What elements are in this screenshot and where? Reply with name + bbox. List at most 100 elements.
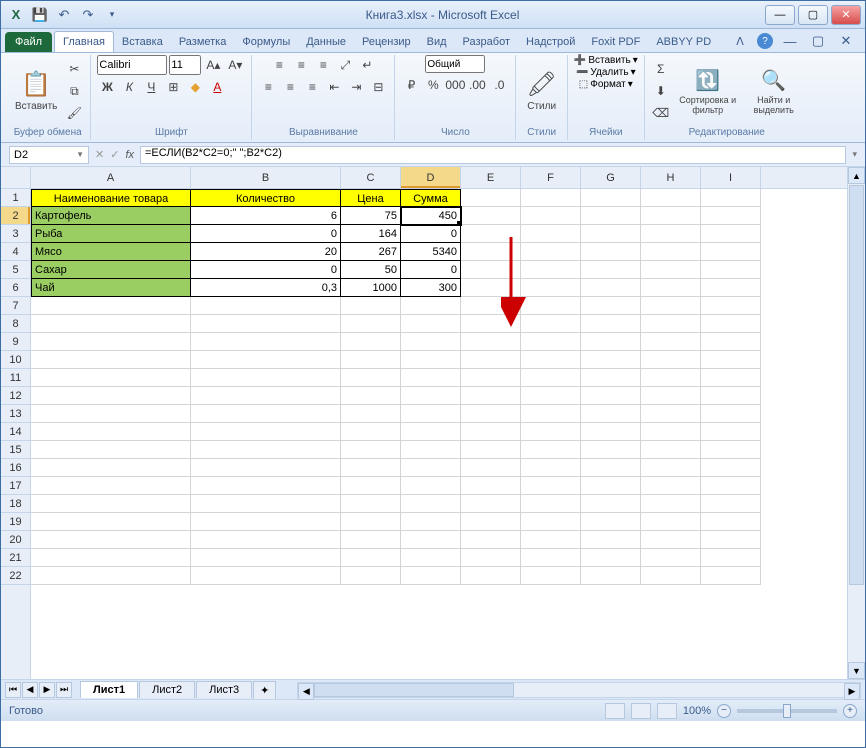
scroll-down-icon[interactable]: ▼ — [848, 662, 865, 679]
cell-I9[interactable] — [701, 333, 761, 351]
cell-I18[interactable] — [701, 495, 761, 513]
cell-I15[interactable] — [701, 441, 761, 459]
cell-E10[interactable] — [461, 351, 521, 369]
row-header-7[interactable]: 7 — [1, 297, 30, 315]
cell-H12[interactable] — [641, 387, 701, 405]
cell-I16[interactable] — [701, 459, 761, 477]
scroll-right-icon[interactable]: ▶ — [844, 683, 860, 700]
cell-H22[interactable] — [641, 567, 701, 585]
sheet-last-icon[interactable]: ⏭ — [56, 682, 72, 698]
tab-abbyy pd[interactable]: ABBYY PD — [648, 32, 719, 52]
font-size-select[interactable] — [169, 55, 201, 75]
align-bot-icon[interactable]: ≡ — [313, 55, 333, 75]
cell-G9[interactable] — [581, 333, 641, 351]
cell-B11[interactable] — [191, 369, 341, 387]
cell-E1[interactable] — [461, 189, 521, 207]
increase-indent-icon[interactable]: ⇥ — [346, 77, 366, 97]
minimize-ribbon-icon[interactable]: ᐱ — [729, 30, 751, 52]
row-header-17[interactable]: 17 — [1, 477, 30, 495]
tab-вид[interactable]: Вид — [419, 32, 455, 52]
cell-D19[interactable] — [401, 513, 461, 531]
cell-F16[interactable] — [521, 459, 581, 477]
cell-F21[interactable] — [521, 549, 581, 567]
currency-icon[interactable]: ₽ — [401, 75, 421, 95]
row-header-12[interactable]: 12 — [1, 387, 30, 405]
fill-icon[interactable]: ⬇ — [651, 81, 671, 101]
cancel-formula-icon[interactable]: ✕ — [95, 148, 104, 161]
tab-главная[interactable]: Главная — [54, 31, 114, 52]
row-header-4[interactable]: 4 — [1, 243, 30, 261]
row-header-3[interactable]: 3 — [1, 225, 30, 243]
cell-A10[interactable] — [31, 351, 191, 369]
scroll-up-icon[interactable]: ▲ — [848, 167, 865, 184]
row-header-22[interactable]: 22 — [1, 567, 30, 585]
cell-E16[interactable] — [461, 459, 521, 477]
number-format-select[interactable] — [425, 55, 485, 73]
cell-G6[interactable] — [581, 279, 641, 297]
row-header-11[interactable]: 11 — [1, 369, 30, 387]
cell-F19[interactable] — [521, 513, 581, 531]
cell-D17[interactable] — [401, 477, 461, 495]
cell-A15[interactable] — [31, 441, 191, 459]
cell-A5[interactable]: Сахар — [31, 261, 191, 279]
cell-A4[interactable]: Мясо — [31, 243, 191, 261]
row-header-8[interactable]: 8 — [1, 315, 30, 333]
wrap-text-icon[interactable]: ↵ — [357, 55, 377, 75]
cell-F20[interactable] — [521, 531, 581, 549]
tab-рецензир[interactable]: Рецензир — [354, 32, 419, 52]
redo-icon[interactable]: ↷ — [77, 4, 99, 26]
cell-D14[interactable] — [401, 423, 461, 441]
cell-E7[interactable] — [461, 297, 521, 315]
cell-A12[interactable] — [31, 387, 191, 405]
cell-F12[interactable] — [521, 387, 581, 405]
cell-A16[interactable] — [31, 459, 191, 477]
cell-D8[interactable] — [401, 315, 461, 333]
tab-foxit pdf[interactable]: Foxit PDF — [583, 32, 648, 52]
cell-E17[interactable] — [461, 477, 521, 495]
cell-E19[interactable] — [461, 513, 521, 531]
cell-I19[interactable] — [701, 513, 761, 531]
cell-A19[interactable] — [31, 513, 191, 531]
cell-B12[interactable] — [191, 387, 341, 405]
font-name-select[interactable] — [97, 55, 167, 75]
cell-B1[interactable]: Количество — [191, 189, 341, 207]
cell-I5[interactable] — [701, 261, 761, 279]
cell-B9[interactable] — [191, 333, 341, 351]
col-header-I[interactable]: I — [701, 167, 761, 188]
cell-C3[interactable]: 164 — [341, 225, 401, 243]
cell-F18[interactable] — [521, 495, 581, 513]
cell-H20[interactable] — [641, 531, 701, 549]
cell-D7[interactable] — [401, 297, 461, 315]
italic-icon[interactable]: К — [119, 77, 139, 97]
cell-F3[interactable] — [521, 225, 581, 243]
confirm-formula-icon[interactable]: ✓ — [110, 148, 119, 161]
cell-B4[interactable]: 20 — [191, 243, 341, 261]
align-left-icon[interactable]: ≡ — [258, 77, 278, 97]
cell-D12[interactable] — [401, 387, 461, 405]
percent-icon[interactable]: % — [423, 75, 443, 95]
cell-B16[interactable] — [191, 459, 341, 477]
cell-E6[interactable] — [461, 279, 521, 297]
cell-F14[interactable] — [521, 423, 581, 441]
cell-D2[interactable]: 450 — [401, 207, 461, 225]
row-header-1[interactable]: 1 — [1, 189, 30, 207]
cell-F8[interactable] — [521, 315, 581, 333]
row-header-9[interactable]: 9 — [1, 333, 30, 351]
cell-G12[interactable] — [581, 387, 641, 405]
cell-G19[interactable] — [581, 513, 641, 531]
tab-данные[interactable]: Данные — [298, 32, 354, 52]
maximize-button[interactable]: ▢ — [798, 5, 828, 25]
cell-D18[interactable] — [401, 495, 461, 513]
cell-A8[interactable] — [31, 315, 191, 333]
cell-B7[interactable] — [191, 297, 341, 315]
cell-G2[interactable] — [581, 207, 641, 225]
copy-icon[interactable]: ⧉ — [64, 81, 84, 101]
cell-H11[interactable] — [641, 369, 701, 387]
cell-D6[interactable]: 300 — [401, 279, 461, 297]
insert-cells-button[interactable]: ➕Вставить ▾ — [574, 55, 638, 66]
cell-F17[interactable] — [521, 477, 581, 495]
cell-G15[interactable] — [581, 441, 641, 459]
tab-вставка[interactable]: Вставка — [114, 32, 171, 52]
delete-cells-button[interactable]: ➖Удалить ▾ — [576, 67, 636, 78]
row-header-19[interactable]: 19 — [1, 513, 30, 531]
